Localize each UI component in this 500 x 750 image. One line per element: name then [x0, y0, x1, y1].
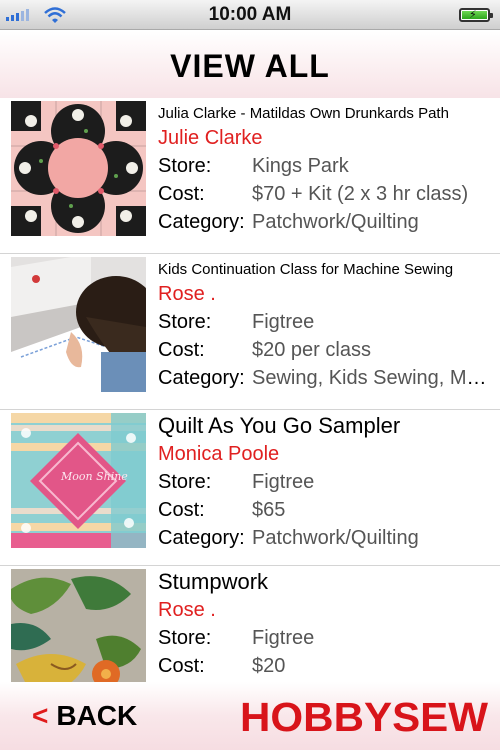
- store-label: Store:: [158, 471, 212, 493]
- store-field: Store: Kings Park: [158, 152, 493, 180]
- class-info: Julia Clarke - Matildas Own Drunkards Pa…: [158, 98, 493, 236]
- back-chevron-icon: <: [32, 700, 49, 731]
- category-field: Category: Patchwork/Quilting: [158, 524, 493, 552]
- teacher-name: Monica Poole: [158, 443, 280, 465]
- battery-icon: ⚡: [459, 8, 493, 22]
- hobbysew-logo: HOBBYSEW: [240, 694, 488, 740]
- cost-field: Cost: $65: [158, 496, 493, 524]
- list-item[interactable]: Stumpwork Rose . Store: Figtree Cost: $20: [0, 566, 500, 682]
- category-label: Category:: [158, 211, 245, 233]
- cost-field: Cost: $20: [158, 652, 493, 680]
- store-value: Figtree: [252, 311, 315, 333]
- teacher-name: Rose .: [158, 599, 216, 621]
- store-label: Store:: [158, 311, 212, 333]
- store-field: Store: Figtree: [158, 624, 493, 652]
- list-item[interactable]: Kids Continuation Class for Machine Sewi…: [0, 254, 500, 410]
- back-label: BACK: [56, 700, 138, 731]
- cost-value: $65: [252, 499, 286, 521]
- class-title: Kids Continuation Class for Machine Sewi…: [158, 261, 454, 278]
- teacher-name: Julie Clarke: [158, 127, 263, 149]
- class-thumbnail: [11, 101, 146, 236]
- class-thumbnail: [11, 257, 146, 392]
- class-list[interactable]: Julia Clarke - Matildas Own Drunkards Pa…: [0, 98, 500, 682]
- logo-text: HOBBYSEW: [240, 694, 488, 740]
- category-field: Category: Patchwork/Quilting: [158, 208, 493, 236]
- list-item[interactable]: Moon Shine Quilt As You Go Sampler Monic…: [0, 410, 500, 566]
- cost-value: $20: [252, 655, 286, 677]
- cost-value: $20 per class: [252, 339, 371, 361]
- class-info: Kids Continuation Class for Machine Sewi…: [158, 254, 493, 392]
- store-field: Store: Figtree: [158, 308, 493, 336]
- cost-label: Cost:: [158, 183, 205, 205]
- cost-label: Cost:: [158, 655, 205, 677]
- cost-label: Cost:: [158, 499, 205, 521]
- store-label: Store:: [158, 155, 212, 177]
- class-info: Stumpwork Rose . Store: Figtree Cost: $20: [158, 566, 493, 680]
- cost-field: Cost: $20 per class: [158, 336, 493, 364]
- cost-value: $70 + Kit (2 x 3 hr class): [252, 183, 469, 205]
- list-item[interactable]: Julia Clarke - Matildas Own Drunkards Pa…: [0, 98, 500, 254]
- category-field: Category: Sewing, Kids Sewing, Machine Se…: [158, 364, 493, 392]
- store-value: Kings Park: [252, 155, 349, 177]
- store-label: Store:: [158, 627, 212, 649]
- status-time: 10:00 AM: [208, 4, 292, 25]
- store-value: Figtree: [252, 471, 315, 493]
- category-value: Patchwork/Quilting: [252, 527, 419, 549]
- header: VIEW ALL: [0, 31, 500, 98]
- category-value: Patchwork/Quilting: [252, 211, 419, 233]
- class-info: Quilt As You Go Sampler Monica Poole Sto…: [158, 410, 493, 552]
- page-title: VIEW ALL: [170, 48, 330, 84]
- cost-field: Cost: $70 + Kit (2 x 3 hr class): [158, 180, 493, 208]
- store-value: Figtree: [252, 627, 315, 649]
- status-bar: 10:00 AM ⚡: [0, 0, 500, 30]
- class-title: Julia Clarke - Matildas Own Drunkards Pa…: [158, 105, 449, 122]
- class-title: Quilt As You Go Sampler: [158, 413, 401, 438]
- store-field: Store: Figtree: [158, 468, 493, 496]
- teacher-name: Rose .: [158, 283, 216, 305]
- charging-bolt-icon: ⚡: [469, 9, 477, 21]
- category-label: Category:: [158, 367, 245, 389]
- class-thumbnail: [11, 569, 146, 682]
- category-value: Sewing, Kids Sewing, Machine Sewing: [252, 367, 493, 389]
- category-label: Category:: [158, 527, 245, 549]
- class-title: Stumpwork: [158, 569, 269, 594]
- class-thumbnail: Moon Shine: [11, 413, 146, 548]
- cost-label: Cost:: [158, 339, 205, 361]
- footer-bar: < BACK HOBBYSEW: [0, 682, 500, 750]
- thumb-text: Moon Shine: [60, 470, 128, 483]
- back-button[interactable]: < BACK: [32, 700, 137, 732]
